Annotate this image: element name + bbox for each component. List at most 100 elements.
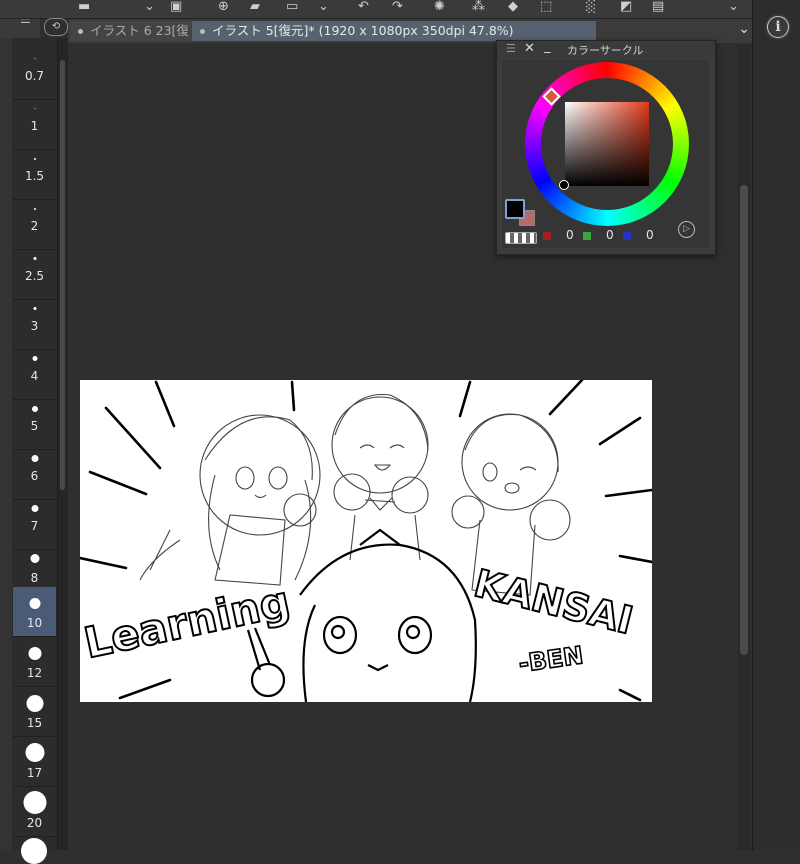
brush-size-label: 1.5 (24, 169, 45, 183)
play-arrow-icon[interactable]: ▷ (678, 221, 695, 238)
brush-size-3[interactable]: 3 (13, 300, 56, 350)
more-chevron-icon[interactable]: ⌄ (728, 0, 739, 16)
color-circle-palette: ☰ ✕ _ カラーサークル 0 0 0 ▷ (496, 39, 716, 255)
scroll-thumb[interactable] (740, 185, 748, 655)
tab-dot-icon (200, 29, 205, 34)
info-button[interactable]: i (765, 14, 791, 40)
brush-dot-icon (33, 158, 36, 160)
saturation-value-square[interactable] (565, 102, 649, 186)
undo-icon[interactable]: ↶ (358, 0, 369, 16)
tab-label: イラスト 6 23[復 (90, 23, 189, 38)
brush-size-2[interactable]: 2 (13, 200, 56, 250)
sparkle-icon[interactable]: ✺ (434, 0, 445, 16)
brush-dot-icon (28, 647, 41, 660)
blue-value[interactable]: 0 (646, 228, 654, 242)
tab-sync-button[interactable]: ⟲ (44, 18, 68, 36)
brush-size-label: 4 (30, 369, 39, 383)
brush-size-label: 2 (30, 219, 39, 233)
brush-dot-icon (34, 58, 35, 59)
canvas-artwork[interactable]: Learning KANSAI -BEN (80, 380, 652, 702)
brush-dot-icon (33, 307, 36, 310)
brush-size-1.5[interactable]: 1.5 (13, 150, 56, 200)
fill-icon[interactable]: ▰ (250, 0, 260, 16)
brush-size-label: 10 (26, 616, 43, 630)
brush-size-label: 2.5 (24, 269, 45, 283)
dropdown-chevron-icon[interactable]: ⌄ (144, 0, 155, 16)
scroll-thumb[interactable] (60, 60, 65, 490)
brush-dot-icon (32, 356, 37, 361)
minimize-icon[interactable]: _ (544, 39, 551, 54)
palette-title: カラーサークル (567, 44, 644, 57)
lettering: Learning KANSAI -BEN (80, 560, 638, 679)
kansai-text: KANSAI (470, 561, 637, 643)
brush-size-label: 5 (30, 419, 39, 433)
top-toolbar: ▬ ⌄ ▣ ⊕ ▰ ▭ ⌄ ↶ ↷ ✺ ⁂ ◆ ⬚ ░ ◩ ▤ ⌄ (0, 0, 760, 19)
brush-panel-scrollbar[interactable] (58, 38, 68, 850)
brush-size-2.5[interactable]: 2.5 (13, 250, 56, 300)
tool-chevron-icon[interactable]: ⌄ (318, 0, 329, 16)
new-layer-icon[interactable]: ⊕ (218, 0, 229, 16)
brush-dot-icon (30, 554, 39, 563)
transform-icon[interactable]: ⁂ (472, 0, 485, 16)
brush-size-15[interactable]: 15 (13, 687, 56, 737)
brush-dot-icon (29, 598, 40, 609)
tab-dot-icon (78, 29, 83, 34)
sketch-drawing: Learning KANSAI -BEN (80, 380, 652, 702)
brush-size-0.7[interactable]: 0.7 (13, 50, 56, 100)
main-color-swatch[interactable] (505, 199, 525, 219)
brush-size-label: 7 (30, 519, 39, 533)
window-icon[interactable]: ▤ (652, 0, 664, 16)
brush-size-7[interactable]: 7 (13, 500, 56, 550)
undo-line-icon[interactable]: ▬ (78, 0, 90, 16)
info-icon[interactable]: i (767, 16, 789, 38)
line-tool-icon[interactable]: ▭ (286, 0, 298, 16)
gradient-icon[interactable]: ◩ (620, 0, 632, 16)
brush-size-label: 20 (26, 816, 43, 830)
color-marker[interactable] (559, 180, 569, 190)
brush-size-label: 15 (26, 716, 43, 730)
brush-dot-icon (31, 505, 38, 512)
tab-illust-6[interactable]: イラスト 6 23[復 (70, 21, 196, 41)
close-icon[interactable]: ✕ (524, 41, 535, 56)
brush-size-label: 0.7 (24, 69, 45, 83)
palette-body: 0 0 0 ▷ (502, 60, 709, 248)
brush-size-20[interactable]: 20 (13, 787, 56, 837)
brush-dot-icon (31, 406, 38, 412)
brush-size-1[interactable]: 1 (13, 100, 56, 150)
learning-text: Learning (80, 576, 294, 667)
tab-illust-5[interactable]: イラスト 5[復元]* (1920 x 1080px 350dpi 47.8%) (192, 21, 596, 41)
brush-size-6[interactable]: 6 (13, 450, 56, 500)
brush-size-4[interactable]: 4 (13, 350, 56, 400)
blue-channel-icon (623, 232, 631, 240)
brush-size-label: 3 (30, 319, 39, 333)
canvas-scrollbar[interactable] (737, 45, 751, 850)
brush-dot-icon (23, 791, 46, 814)
save-icon[interactable]: ▣ (170, 0, 182, 16)
brush-size-next-dot[interactable] (21, 838, 47, 864)
green-value[interactable]: 0 (606, 228, 614, 242)
brush-dot-icon (33, 257, 36, 260)
tag-icon[interactable]: ◆ (508, 0, 518, 16)
brush-size-12[interactable]: 12 (13, 637, 56, 687)
brush-size-label: 12 (26, 666, 43, 680)
palette-menu-icon[interactable]: ☰ (506, 42, 516, 55)
palette-header[interactable]: ☰ ✕ _ カラーサークル (497, 39, 715, 59)
brush-dot-icon (33, 208, 36, 210)
brush-size-label: 8 (30, 571, 39, 585)
red-value[interactable]: 0 (566, 228, 574, 242)
brush-dot-icon (25, 743, 44, 762)
brush-size-10[interactable]: 10 (13, 587, 56, 637)
brush-size-label: 17 (26, 766, 43, 780)
redo-icon[interactable]: ↷ (392, 0, 403, 16)
grid-icon[interactable]: ░ (586, 0, 596, 16)
brush-size-label: 6 (30, 469, 39, 483)
tab-overflow-chevron-icon[interactable]: ⌄ (738, 21, 750, 37)
brush-size-5[interactable]: 5 (13, 400, 56, 450)
character-left (139, 414, 321, 586)
red-channel-icon (543, 232, 551, 240)
transparent-color-swatch[interactable] (505, 232, 537, 244)
brush-size-17[interactable]: 17 (13, 737, 56, 787)
selection-icon[interactable]: ⬚ (540, 0, 552, 16)
brush-size-panel: 0.7 1 1.5 2 2.5 3 4 5 6 7 8 10 12 15 17 … (12, 38, 58, 864)
brush-dot-icon (31, 455, 38, 462)
